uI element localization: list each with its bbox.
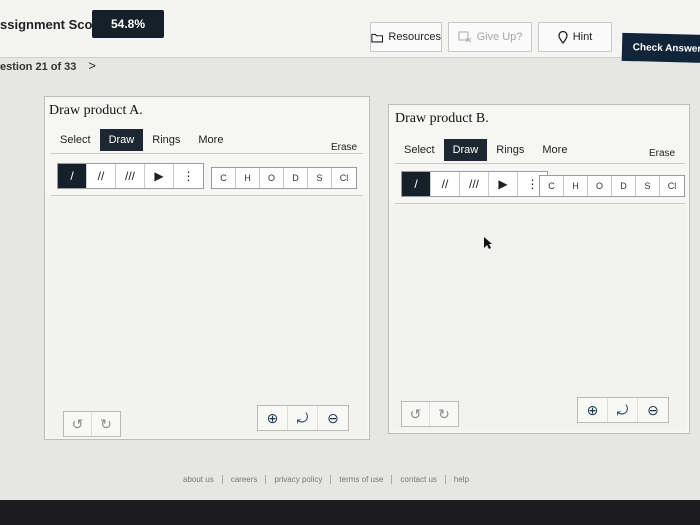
footer-link-contact[interactable]: contact us <box>392 475 446 484</box>
triple-bond-button[interactable]: /// <box>116 164 145 188</box>
mouse-cursor-icon <box>483 236 493 253</box>
give-up-icon <box>458 31 471 43</box>
zoom-controls: ⊕ ⤾ ⊖ <box>577 397 669 423</box>
atom-c-button[interactable]: C <box>540 176 564 196</box>
undo-redo-controls: ↺ ↻ <box>401 401 459 427</box>
wedge-bond-button[interactable]: ▶ <box>489 172 518 196</box>
double-bond-button[interactable]: // <box>87 164 116 188</box>
zoom-out-icon[interactable]: ⊖ <box>638 398 668 422</box>
atom-cl-button[interactable]: Cl <box>332 168 356 188</box>
single-bond-button[interactable]: / <box>58 164 87 188</box>
question-counter: estion 21 of 33 <box>0 61 77 73</box>
triple-bond-button[interactable]: /// <box>460 172 489 196</box>
screen-bezel <box>0 500 700 525</box>
draw-panel-b: Draw product B. Select Draw Rings More E… <box>388 104 690 434</box>
next-question-chevron[interactable]: > <box>88 58 96 73</box>
resources-label: Resources <box>388 31 441 43</box>
folder-icon <box>371 33 384 42</box>
drawing-canvas[interactable] <box>47 197 367 437</box>
footer-link-about[interactable]: about us <box>175 475 223 484</box>
atom-h-button[interactable]: H <box>236 168 260 188</box>
toolbar-bottom-divider <box>51 195 363 196</box>
hint-button[interactable]: Hint <box>538 22 612 52</box>
atom-o-button[interactable]: O <box>260 168 284 188</box>
atom-o-button[interactable]: O <box>588 176 612 196</box>
footer-links: about us careers privacy policy terms of… <box>175 475 477 484</box>
tab-rings[interactable]: Rings <box>487 139 533 161</box>
undo-icon[interactable]: ↺ <box>64 412 92 436</box>
tab-select[interactable]: Select <box>395 139 444 161</box>
toolbar-tabs: Select Draw Rings More <box>51 129 232 151</box>
assignment-score-value: 54.8% <box>92 10 164 38</box>
zoom-in-icon[interactable]: ⊕ <box>258 406 288 430</box>
zoom-reset-icon[interactable]: ⤾ <box>608 398 638 422</box>
hash-bond-button[interactable]: ⋮ <box>174 164 203 188</box>
tab-select[interactable]: Select <box>51 129 100 151</box>
erase-button[interactable]: Erase <box>331 142 357 153</box>
zoom-out-icon[interactable]: ⊖ <box>318 406 348 430</box>
hint-label: Hint <box>572 31 593 43</box>
tab-more[interactable]: More <box>189 129 232 151</box>
atom-s-button[interactable]: S <box>308 168 332 188</box>
panel-title: Draw product B. <box>395 111 489 126</box>
single-bond-button[interactable]: / <box>402 172 431 196</box>
atom-h-button[interactable]: H <box>564 176 588 196</box>
tab-draw[interactable]: Draw <box>99 129 144 151</box>
undo-redo-controls: ↺ ↻ <box>63 411 121 437</box>
erase-button[interactable]: Erase <box>649 148 675 159</box>
footer-link-terms[interactable]: terms of use <box>331 475 393 484</box>
wedge-bond-button[interactable]: ▶ <box>145 164 174 188</box>
footer-link-help[interactable]: help <box>446 475 477 484</box>
tab-draw[interactable]: Draw <box>443 139 488 161</box>
tab-more[interactable]: More <box>533 139 576 161</box>
bond-tools: / // /// ▶ ⋮ <box>57 163 204 189</box>
resources-button[interactable]: Resources <box>370 22 442 52</box>
bond-tools: / // /// ▶ ⋮ <box>401 171 548 197</box>
atom-d-button[interactable]: D <box>612 176 636 196</box>
footer-link-careers[interactable]: careers <box>223 475 267 484</box>
top-bar: ssignment Score: 54.8% Resources Give Up… <box>0 0 700 58</box>
redo-icon[interactable]: ↻ <box>92 412 120 436</box>
atom-tools: C H O D S Cl <box>211 167 357 189</box>
toolbar-tabs: Select Draw Rings More <box>395 139 576 161</box>
panel-title: Draw product A. <box>49 103 143 118</box>
tab-rings[interactable]: Rings <box>143 129 189 151</box>
location-pin-icon <box>558 30 568 44</box>
give-up-label: Give Up? <box>476 31 523 43</box>
question-navigation: estion 21 of 33 > <box>0 58 96 73</box>
zoom-in-icon[interactable]: ⊕ <box>578 398 608 422</box>
atom-d-button[interactable]: D <box>284 168 308 188</box>
redo-icon[interactable]: ↻ <box>430 402 458 426</box>
check-answer-button[interactable]: Check Answer <box>621 32 700 64</box>
toolbar-divider <box>51 153 363 154</box>
toolbar-bottom-divider <box>395 203 685 204</box>
atom-c-button[interactable]: C <box>212 168 236 188</box>
atom-cl-button[interactable]: Cl <box>660 176 684 196</box>
toolbar-divider <box>395 163 685 164</box>
give-up-button[interactable]: Give Up? <box>448 22 532 52</box>
footer-link-privacy[interactable]: privacy policy <box>266 475 332 484</box>
zoom-reset-icon[interactable]: ⤾ <box>288 406 318 430</box>
undo-icon[interactable]: ↺ <box>402 402 430 426</box>
atom-s-button[interactable]: S <box>636 176 660 196</box>
atom-tools: C H O D S Cl <box>539 175 685 197</box>
draw-panel-a: Draw product A. Select Draw Rings More E… <box>44 96 370 440</box>
zoom-controls: ⊕ ⤾ ⊖ <box>257 405 349 431</box>
double-bond-button[interactable]: // <box>431 172 460 196</box>
